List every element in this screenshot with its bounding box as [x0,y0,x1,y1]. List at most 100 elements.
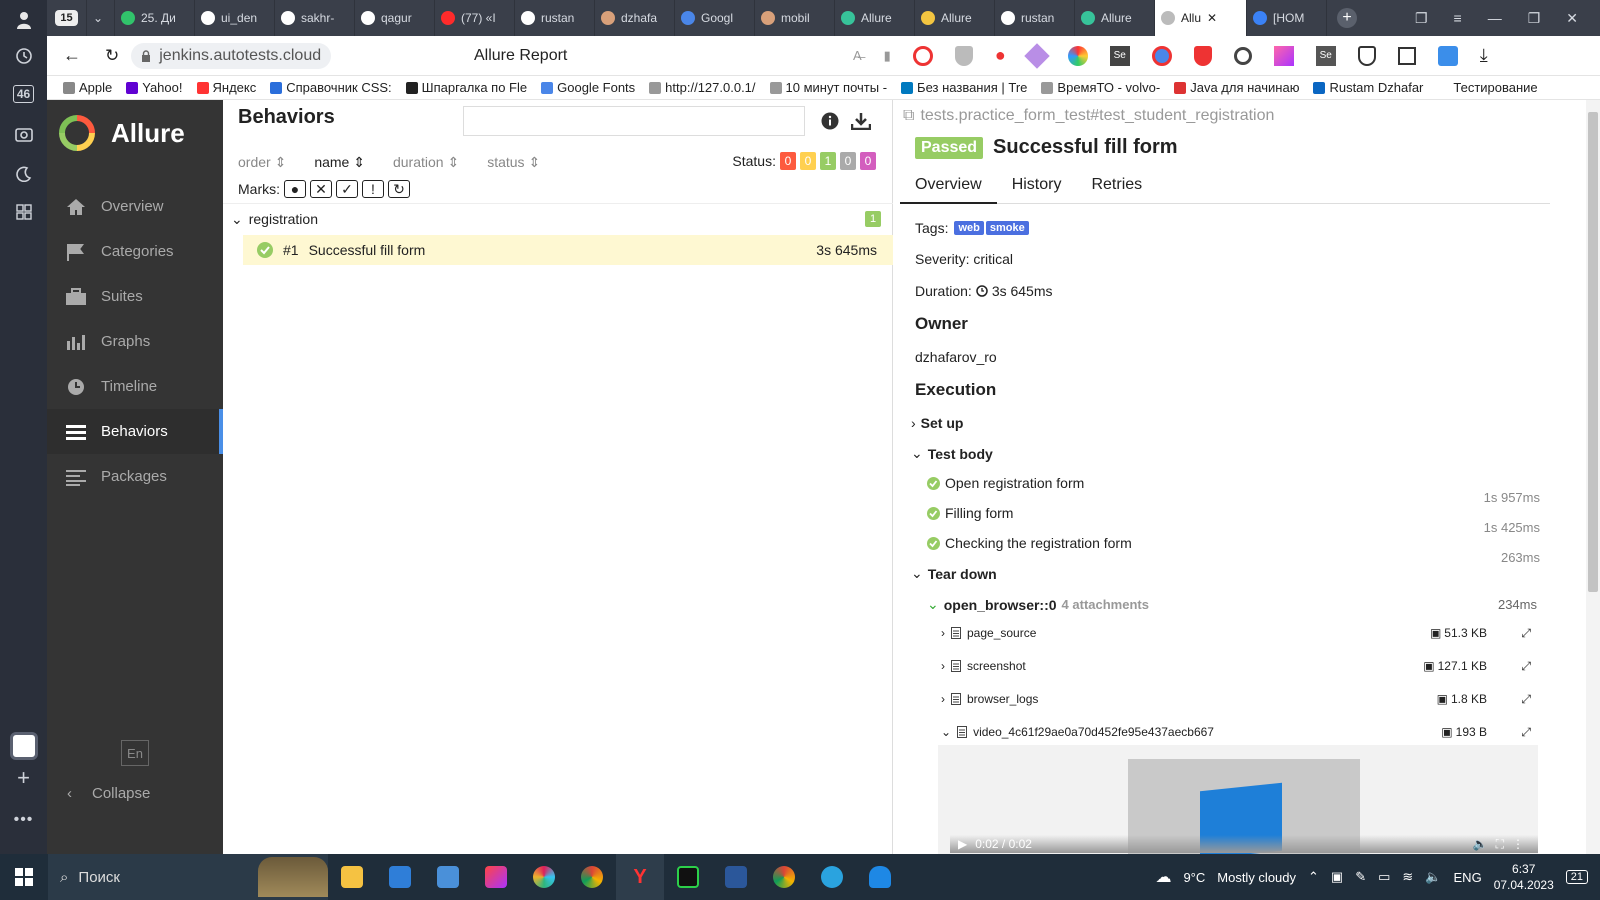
browser-tab[interactable]: mobil [755,0,835,36]
clock[interactable]: 6:37 07.04.2023 [1494,861,1554,893]
slack-icon[interactable] [520,854,568,900]
telegram-icon[interactable] [808,854,856,900]
bookmark-icon[interactable]: ▮ [884,48,891,64]
chrome-icon[interactable] [568,854,616,900]
copy-icon[interactable] [1397,46,1416,65]
nav-behaviors[interactable]: Behaviors [47,409,223,454]
fullscreen-icon[interactable]: ⛶ [1496,837,1504,852]
onedrive-icon[interactable] [856,854,904,900]
teardown-section[interactable]: ⌄ Tear down [911,565,997,582]
video-player[interactable]: ▶ 0:02 / 0:02 🔈 ⛶ ⋮ [938,745,1538,854]
browser-tab[interactable]: dzhafa [595,0,675,36]
tag-badge[interactable]: web [954,221,984,235]
attachment-row[interactable]: ⌄ video_4c61f29ae0a70d452fe95e437aecb667 ▣… [941,720,1541,744]
browser-tab[interactable]: (77) «I [435,0,515,36]
bookmark-item[interactable]: Яндекс [196,80,256,95]
tree-group-registration[interactable]: ⌄ registration 1 [231,208,881,230]
status-count-badge[interactable]: 0 [840,152,856,170]
yandex-icon[interactable]: Y [616,854,664,900]
sort-order[interactable]: order ⇕ [238,154,286,171]
bookmark-item[interactable]: Google Fonts [541,80,635,95]
nav-graphs[interactable]: Graphs [47,319,223,364]
play-icon[interactable]: ▶ [958,837,967,851]
collapse-button[interactable]: ‹ Collapse [67,785,150,802]
close-tab-icon[interactable]: ✕ [1207,11,1217,25]
gradient-icon[interactable] [1273,45,1294,66]
back-icon[interactable]: ← [63,45,81,66]
browser-tab[interactable]: Allure [915,0,995,36]
adblock-icon[interactable] [912,45,933,66]
camera-icon[interactable]: ▣ [1331,869,1343,885]
info-icon[interactable] [821,112,839,130]
bookmark-item[interactable]: Тестирование [1437,80,1538,95]
bookmark-item[interactable]: Справочник CSS: [270,80,392,95]
search-input[interactable] [463,106,805,136]
tab-retries[interactable]: Retries [1076,172,1157,204]
allure-brand[interactable]: Allure [47,100,223,166]
tab-count-button[interactable]: 15 [47,0,87,36]
url-field[interactable]: jenkins.autotests.cloud [131,42,332,69]
shield-icon[interactable] [954,45,973,66]
download-icon[interactable] [851,112,871,130]
check-shield-icon[interactable] [1357,45,1376,66]
more-icon[interactable]: ••• [0,800,47,840]
save-icon[interactable]: ▣ [1437,692,1448,706]
tag-badge[interactable]: smoke [985,221,1029,235]
status-count-badge[interactable]: 0 [780,152,796,170]
copy-icon[interactable]: ⧉ [903,107,914,125]
mark-flaky-icon[interactable]: ! [362,180,384,198]
save-icon[interactable]: ▣ [1430,626,1441,640]
mail-icon[interactable] [376,854,424,900]
tab-overview[interactable]: Overview [900,172,997,204]
windows-start-icon[interactable] [0,854,48,900]
browser-tab[interactable]: [HOM [1247,0,1327,36]
snap-icon[interactable]: ❐ [1415,10,1428,27]
expand-icon[interactable]: ⤢ [1521,659,1531,674]
pin-icon[interactable]: ● [995,45,1006,66]
browser-tab[interactable]: ui_den [195,0,275,36]
red-shield-icon[interactable] [1193,45,1212,66]
nav-packages[interactable]: Packages [47,454,223,499]
input-language[interactable]: ENG [1454,870,1482,885]
add-icon[interactable]: + [0,758,47,798]
battery-icon[interactable]: ▭ [1378,869,1390,885]
nav-suites[interactable]: Suites [47,274,223,319]
download-icon[interactable]: ⤓ [1480,45,1488,66]
file-explorer-icon[interactable] [328,854,376,900]
record-icon[interactable] [1233,46,1252,65]
browser-tab[interactable]: sakhr- [275,0,355,36]
selenium-icon[interactable]: Se [1109,45,1130,66]
paint-icon[interactable] [424,854,472,900]
mark-failed-icon[interactable]: ✕ [310,180,332,198]
tab-menu-chevron-icon[interactable]: ⌄ [87,0,115,36]
close-window-icon[interactable]: ✕ [1566,10,1578,27]
browser-tab[interactable]: qagur [355,0,435,36]
sort-status[interactable]: status ⇕ [487,154,540,171]
speed-dial-badge[interactable]: 46 [0,74,47,114]
test-body-section[interactable]: ⌄ Test body [911,445,993,462]
maximize-icon[interactable]: ❐ [1528,10,1541,27]
browser-tab[interactable]: rustan [995,0,1075,36]
browser-tab[interactable]: Allu ✕ [1155,0,1247,36]
scroll-thumb[interactable] [1588,112,1598,592]
pen-icon[interactable] [1023,42,1050,69]
bookmark-item[interactable]: ВремяТО - volvo- [1041,80,1160,95]
mark-bomb-icon[interactable]: ● [284,180,306,198]
status-count-badge[interactable]: 0 [800,152,816,170]
nav-categories[interactable]: Categories [47,229,223,274]
blue-ext-icon[interactable] [1437,45,1458,66]
snapshot-icon[interactable] [0,114,47,154]
step-row[interactable]: Checking the registration form [927,535,1132,551]
apps-icon[interactable] [0,192,47,232]
chevron-up-icon[interactable]: ⌃ [1308,869,1319,885]
browser-tab[interactable]: rustan [515,0,595,36]
browser-tab[interactable]: Allure [1075,0,1155,36]
pycharm-icon[interactable] [664,854,712,900]
browser-tab[interactable]: Allure [835,0,915,36]
word-icon[interactable] [712,854,760,900]
moon-icon[interactable] [0,154,47,194]
tab-history[interactable]: History [997,172,1077,204]
setup-section[interactable]: › Set up [911,415,963,431]
save-icon[interactable]: ▣ [1441,725,1452,739]
minimize-icon[interactable]: — [1488,10,1502,27]
